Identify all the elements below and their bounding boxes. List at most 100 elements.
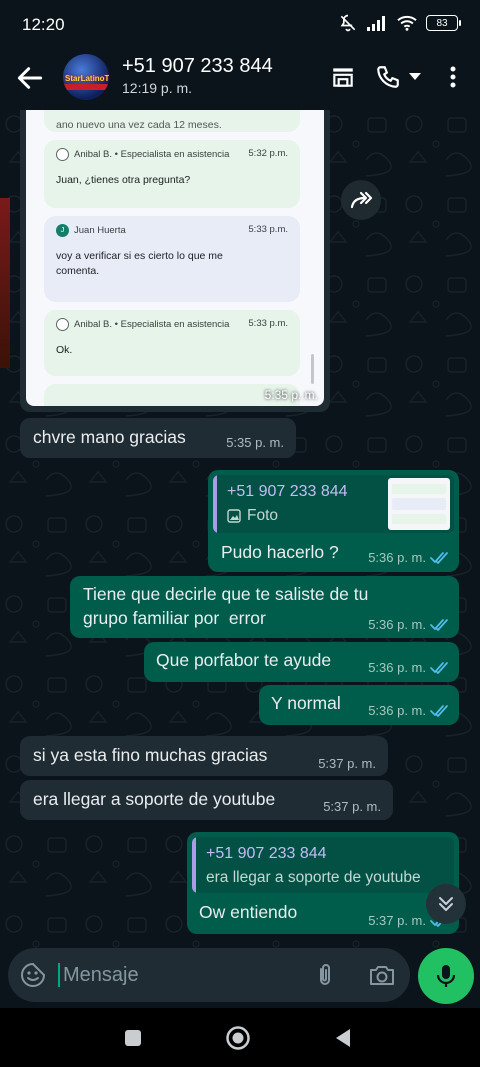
avatar[interactable]: StarLatinoTV [63,54,109,100]
ss-author-name: Anibal B. • Especialista en asistencia [74,149,230,160]
call-options-button[interactable] [404,60,426,94]
avatar-logo-text: StarLatinoTV [65,74,109,83]
message-meta: 5:36 p. m. [368,660,449,675]
message-outgoing[interactable]: Que porfabor te ayude 5:36 p. m. [144,642,459,682]
chat-header: StarLatinoTV +51 907 233 844 12:19 p. m. [0,50,480,110]
mute-icon [340,14,356,32]
ss-card: Anibal B. • Especialista en asistencia 5… [44,310,300,376]
signal-icon [367,16,385,31]
message-text: Que porfabor te ayude [156,650,332,670]
message-text: era llegar a soporte de youtube [33,789,276,809]
message-text-line: grupo familiar por error [83,608,266,628]
message-time: 5:37 p. m. [368,913,426,928]
more-options-button[interactable] [436,60,470,94]
attach-icon[interactable] [312,962,338,988]
message-time: 5:35 p. m. [264,388,318,402]
quote-thumbnail [388,478,450,530]
wifi-icon [397,15,417,31]
call-button[interactable] [371,60,405,94]
sticker-icon[interactable] [20,962,46,988]
ss-author: Anibal B. • Especialista en asistencia [56,148,229,161]
ss-body: voy a verificar si es cierto lo que me c… [56,250,223,278]
image-icon [227,509,241,523]
message-time: 5:37 p. m. [323,799,381,814]
photo-message[interactable]: ano nuevo una vez cada 12 meses. Anibal … [20,110,330,412]
text-cursor [58,963,60,987]
double-check-icon [430,704,448,717]
message-input[interactable] [63,956,293,994]
quote-bar [213,475,217,533]
phone-icon [377,66,399,88]
quote-subtitle: Foto [227,507,278,525]
message-input-pill[interactable] [8,948,410,1002]
chat-bubble-icon [56,148,69,161]
scroll-to-bottom-button[interactable] [426,884,466,924]
message-text: Pudo hacerlo ? [221,542,339,562]
partial-image-edge [0,198,10,368]
forward-icon [350,191,373,209]
message-time: 5:37 p. m. [318,756,376,771]
double-check-icon [430,661,448,674]
ss-card-partial [44,384,300,406]
back-button[interactable] [14,62,46,94]
ss-body: Juan, ¿tienes otra pregunta? [56,174,191,186]
contact-last-seen: 12:19 p. m. [122,80,193,96]
mic-icon [436,965,456,987]
contact-name[interactable]: +51 907 233 844 [122,55,273,78]
recents-icon [125,1030,141,1046]
home-button[interactable] [225,1025,251,1051]
store-button[interactable] [326,60,360,94]
message-outgoing[interactable]: +51 907 233 844 era llegar a soporte de … [187,832,459,934]
message-meta: 5:36 p. m. [368,617,449,632]
message-text: chvre mano gracias [33,427,186,447]
battery-level: 83 [436,17,448,29]
message-meta: 5:36 p. m. [368,703,449,718]
quote-text: era llegar a soporte de youtube [206,869,421,886]
message-text-line: Tiene que decirle que te saliste de tu [83,584,369,604]
message-incoming[interactable]: chvre mano gracias 5:35 p. m. [20,418,296,458]
ss-author-name: Juan Huerta [74,225,126,236]
chat-area[interactable]: ano nuevo una vez cada 12 meses. Anibal … [0,110,480,948]
thumb-card [392,484,446,494]
thumb-card [392,514,446,524]
message-incoming[interactable]: si ya esta fino muchas gracias 5:37 p. m… [20,736,388,776]
home-icon [226,1026,250,1050]
system-nav-bar [0,1008,480,1067]
back-nav-button[interactable] [330,1025,356,1051]
quote-subtitle: era llegar a soporte de youtube [206,869,421,887]
ss-cropped-text: ano nuevo una vez cada 12 meses. [56,119,222,131]
message-time: 5:36 p. m. [368,550,426,565]
ss-card-header: J Juan Huerta 5:33 p.m. [56,224,288,237]
voice-message-button[interactable] [418,948,474,1004]
quoted-message[interactable]: +51 907 233 844 era llegar a soporte de … [192,837,454,893]
more-vert-icon [450,66,456,88]
screenshot-image[interactable]: ano nuevo una vez cada 12 meses. Anibal … [26,110,324,406]
composer-bar [0,948,480,1008]
status-time: 12:20 [22,15,65,34]
ss-card: J Juan Huerta 5:33 p.m. voy a verificar … [44,216,300,302]
message-text: Ow entiendo [199,902,298,922]
ss-scrollbar [311,354,314,384]
camera-icon[interactable] [368,962,396,988]
chat-bubble-icon [56,318,69,331]
ss-card: Anibal B. • Especialista en asistencia 5… [44,140,300,208]
battery-icon: 83 [426,15,461,31]
quote-bar [192,837,196,893]
message-outgoing[interactable]: Tiene que decirle que te saliste de tu g… [70,576,459,638]
recents-button[interactable] [120,1025,146,1051]
scroll-down-icon [439,897,453,911]
quote-type: Foto [247,507,279,524]
dropdown-icon [409,73,421,80]
store-icon [333,68,353,87]
ss-body: Ok. [56,344,73,356]
message-outgoing[interactable]: +51 907 233 844 Foto Pudo hacerlo ? 5:36… [208,470,459,572]
message-meta: 5:36 p. m. [368,550,449,565]
ss-author-name: Anibal B. • Especialista en asistencia [74,319,230,330]
message-incoming[interactable]: era llegar a soporte de youtube 5:37 p. … [20,780,393,820]
quoted-message[interactable]: +51 907 233 844 Foto [213,475,454,533]
message-outgoing[interactable]: Y normal 5:36 p. m. [259,685,459,725]
message-time: 5:36 p. m. [368,660,426,675]
forward-button[interactable] [341,180,381,220]
double-check-icon [430,551,448,564]
ss-author: Anibal B. • Especialista en asistencia [56,318,229,331]
